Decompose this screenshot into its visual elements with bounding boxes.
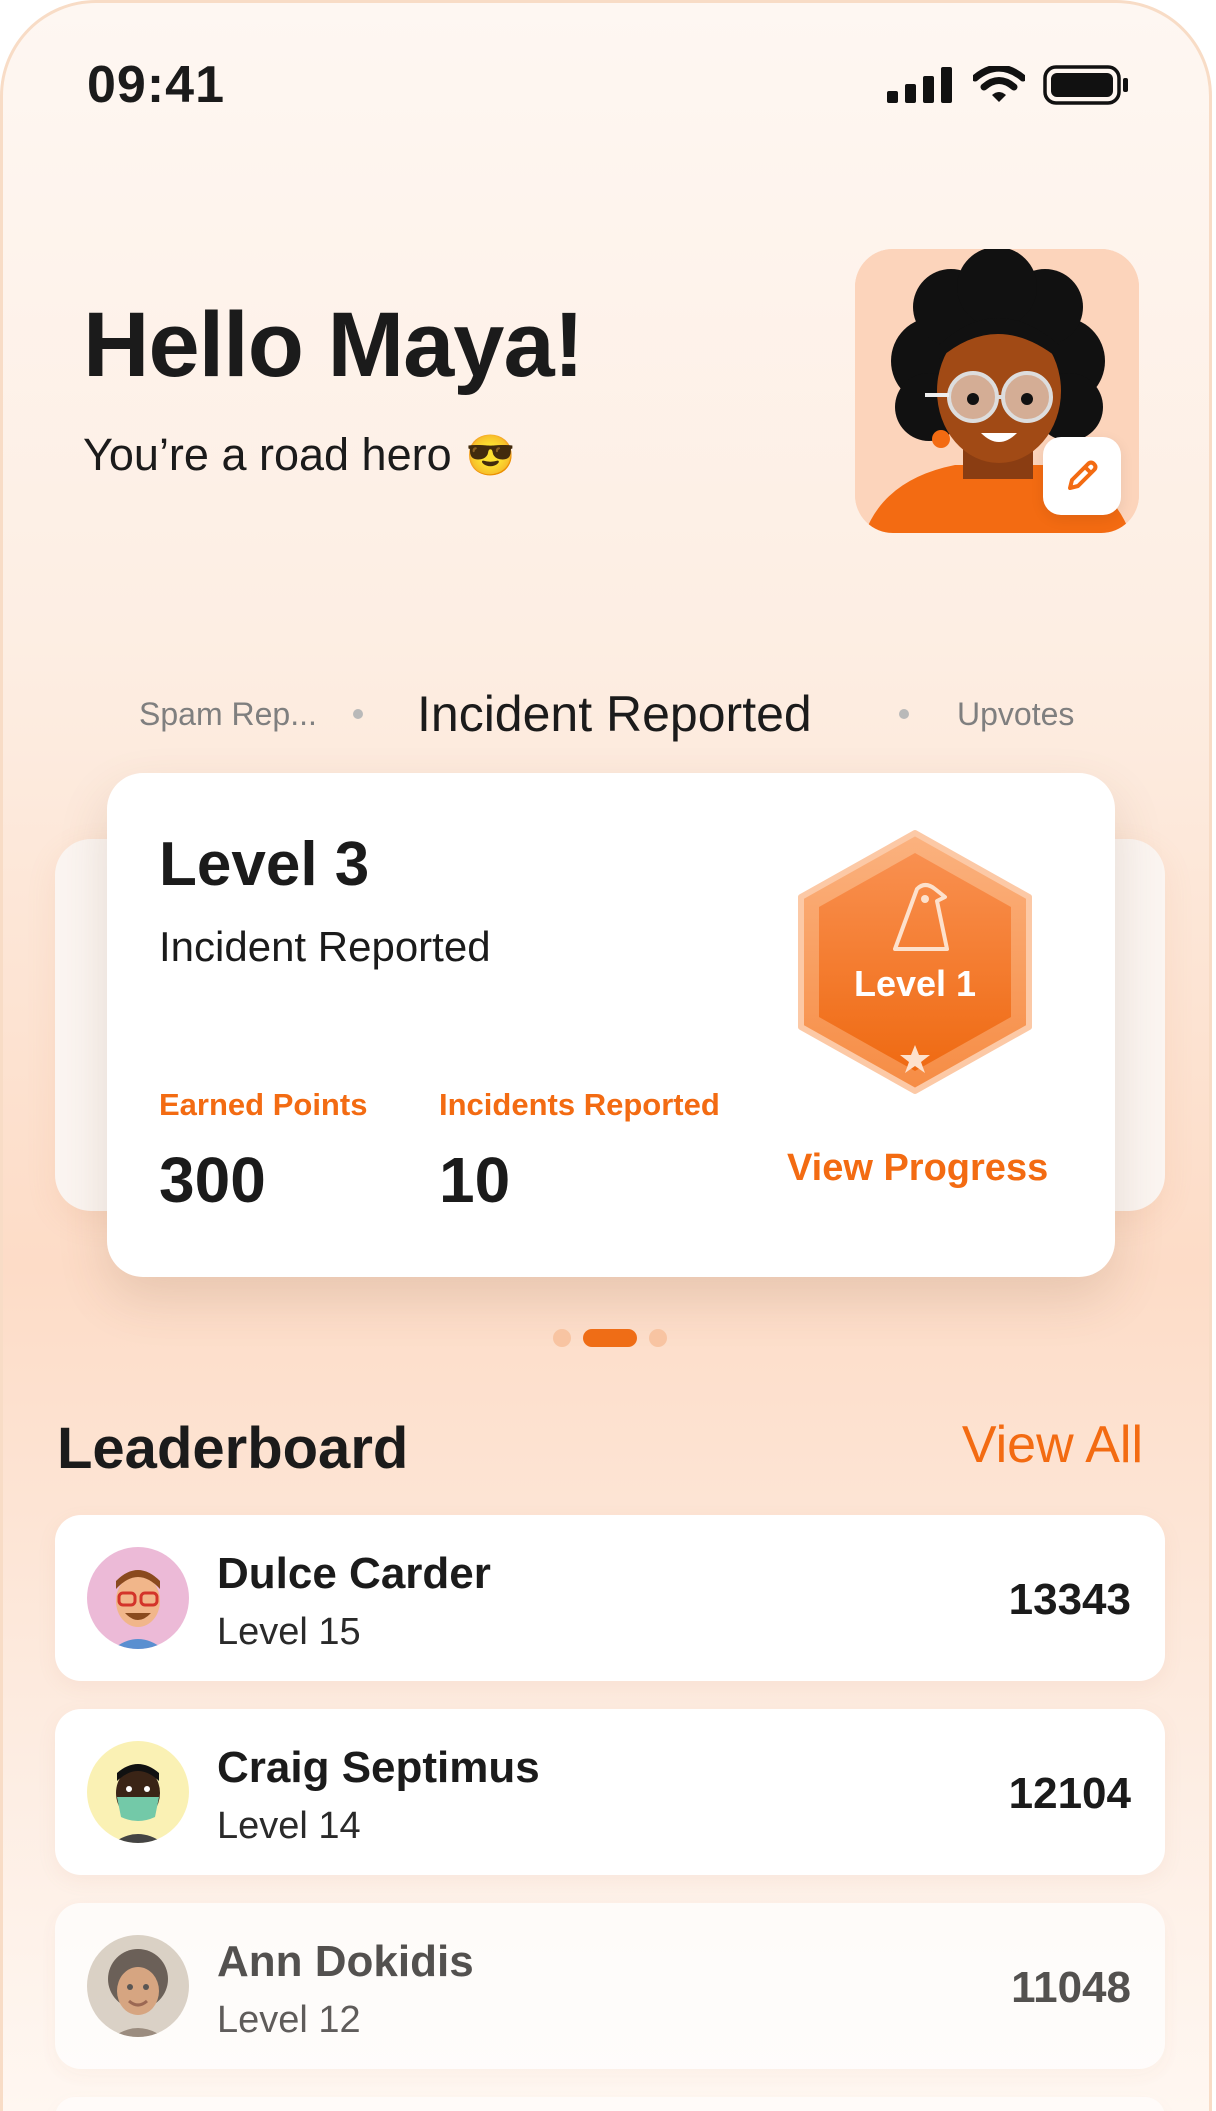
leaderboard-row[interactable]: Ann Dokidis Level 12 11048 [55, 1903, 1165, 2069]
incidents-reported-value: 10 [439, 1144, 511, 1216]
status-time: 09:41 [87, 56, 225, 114]
category-tabs: Spam Rep... Incident Reported Upvotes [3, 679, 1209, 749]
wifi-icon [973, 66, 1025, 102]
pager-dot[interactable] [649, 1329, 667, 1347]
status-bar: 09:41 [3, 3, 1209, 163]
badge-label: Level 1 [853, 963, 977, 1004]
view-all-link[interactable]: View All [962, 1415, 1143, 1475]
earned-points-value: 300 [159, 1144, 266, 1216]
card-level: Level 3 [159, 830, 370, 899]
avatar [87, 1935, 189, 2037]
hexagon-badge-icon [798, 830, 1032, 1094]
leaderboard-level: Level 14 [217, 1805, 361, 1847]
card-category: Incident Reported [159, 923, 491, 970]
signal-icon [887, 67, 952, 103]
leaderboard-row-partial[interactable] [55, 2097, 1165, 2111]
greeting-title: Hello Maya! [83, 294, 584, 396]
avatar-icon [113, 1764, 163, 1843]
leaderboard-row[interactable]: Craig Septimus Level 14 12104 [55, 1709, 1165, 1875]
leaderboard-level: Level 12 [217, 1999, 361, 2041]
sunglasses-emoji-icon: 😎 [465, 433, 516, 478]
greeting-subtitle-text: You’re a road hero [83, 429, 452, 480]
earned-points-label: Earned Points [159, 1087, 368, 1122]
leaderboard-score: 12104 [1008, 1769, 1131, 1818]
pager-dot[interactable] [553, 1329, 571, 1347]
pager-dot-active[interactable] [583, 1329, 637, 1347]
leaderboard-row[interactable]: Dulce Carder Level 15 13343 [55, 1515, 1165, 1681]
avatar [87, 1741, 189, 1843]
edit-profile-button[interactable] [1043, 437, 1121, 515]
leaderboard-title: Leaderboard [57, 1416, 409, 1481]
battery-icon [1043, 65, 1128, 105]
tab-separator-dot [899, 709, 909, 719]
leaderboard-name: Craig Septimus [217, 1743, 540, 1792]
leaderboard-name: Ann Dokidis [217, 1937, 474, 1986]
avatar [87, 1547, 189, 1649]
phone-screen: 09:41 Hello Maya! You’re a road hero � [0, 0, 1212, 2111]
incidents-reported-label: Incidents Reported [439, 1087, 720, 1122]
carousel-pager [3, 1329, 1209, 1349]
view-progress-link[interactable]: View Progress [787, 1147, 1048, 1190]
leaderboard-name: Dulce Carder [217, 1549, 491, 1598]
status-icons [887, 65, 1129, 105]
tab-upvotes[interactable]: Upvotes [957, 679, 1074, 749]
level-badge: Level 1 [791, 827, 1039, 1097]
leaderboard-score: 13343 [1008, 1575, 1131, 1624]
achievement-card[interactable]: Level 3 Incident Reported Earned Points … [107, 773, 1115, 1277]
avatar-icon [113, 1570, 163, 1649]
tab-separator-dot [353, 709, 363, 719]
avatar-icon [108, 1949, 168, 2037]
greeting-subtitle: You’re a road hero 😎 [83, 429, 515, 481]
leaderboard-score: 11048 [1011, 1963, 1131, 2012]
tab-incident-reported[interactable]: Incident Reported [417, 679, 812, 749]
pencil-icon [1068, 460, 1098, 490]
leaderboard-level: Level 15 [217, 1611, 361, 1653]
tab-spam-reported[interactable]: Spam Rep... [139, 679, 317, 749]
